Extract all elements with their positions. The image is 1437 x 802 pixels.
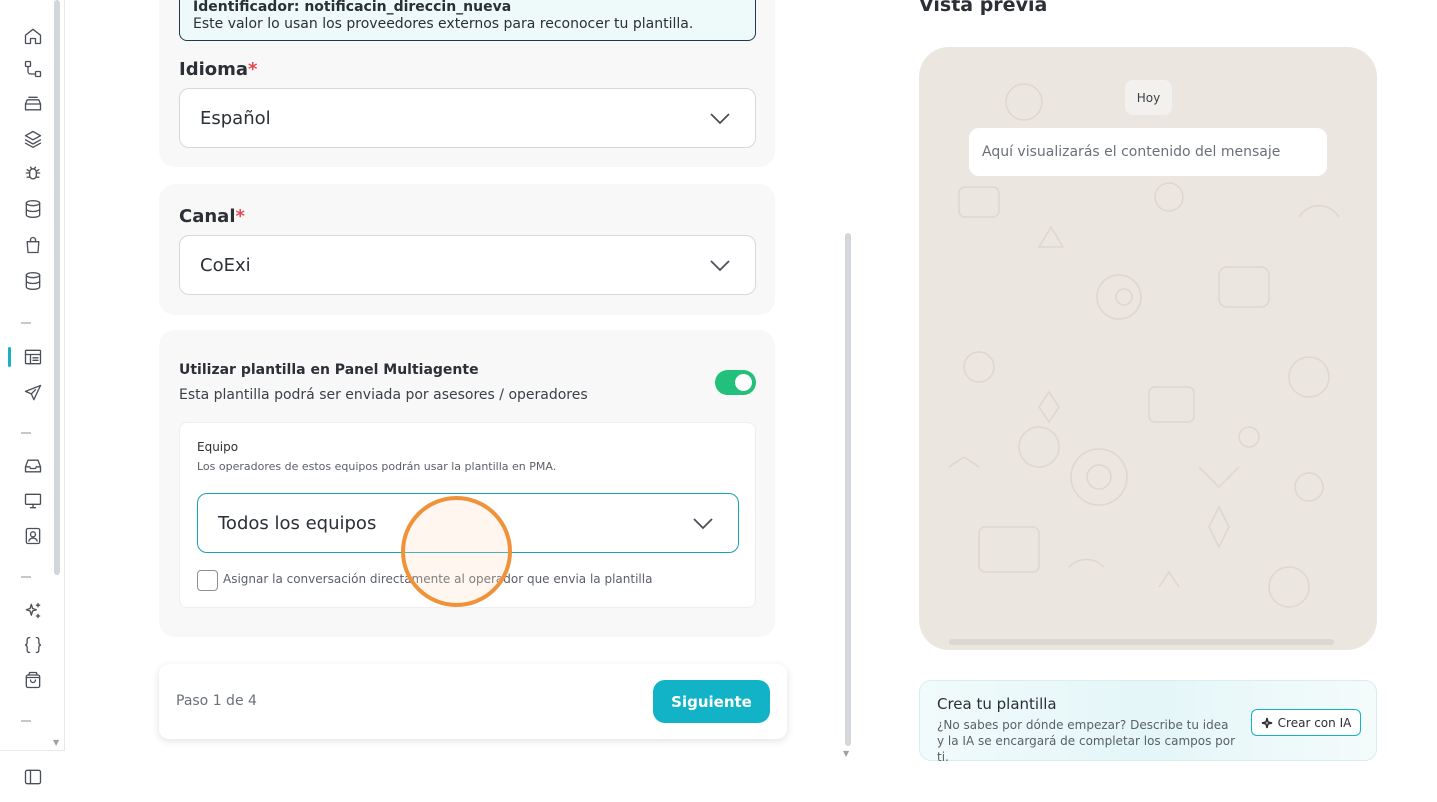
team-box: Equipo Los operadores de estos equipos p… bbox=[179, 422, 756, 608]
ai-card-description: ¿No sabes por dónde empezar? Describe tu… bbox=[937, 718, 1236, 764]
preview-scrollbar bbox=[949, 639, 1334, 645]
scroll-down-icon[interactable]: ▼ bbox=[53, 738, 59, 747]
sidebar-scrollbar[interactable] bbox=[54, 0, 60, 575]
ai-create-card: Crea tu plantilla ¿No sabes por dónde em… bbox=[919, 680, 1377, 764]
chevron-down-icon bbox=[709, 110, 731, 125]
inbox-icon[interactable] bbox=[22, 455, 44, 477]
channel-select[interactable]: CoExi bbox=[179, 235, 756, 295]
contact-icon[interactable] bbox=[22, 525, 44, 547]
channel-label: Canal* bbox=[179, 206, 245, 227]
monitor-icon[interactable] bbox=[22, 490, 44, 512]
flow-icon[interactable] bbox=[22, 58, 44, 80]
active-indicator bbox=[8, 347, 11, 367]
assign-checkbox[interactable] bbox=[197, 570, 218, 591]
identifier-description: Este valor lo usan los proveedores exter… bbox=[193, 16, 694, 32]
chevron-down-icon bbox=[692, 515, 714, 536]
sidebar: ▼ bbox=[0, 0, 65, 802]
language-label: Idioma* bbox=[179, 59, 257, 80]
sidebar-footer bbox=[0, 750, 65, 802]
step-footer: Paso 1 de 4 Siguiente bbox=[159, 664, 787, 739]
date-chip: Hoy bbox=[1125, 80, 1172, 115]
channel-card: Canal* CoExi bbox=[159, 184, 775, 315]
home-icon[interactable] bbox=[22, 25, 44, 47]
toggle-knob bbox=[735, 374, 752, 391]
sparkle-icon bbox=[1261, 717, 1272, 728]
multiagent-card: Utilizar plantilla en Panel Multiagente … bbox=[159, 330, 775, 637]
team-label: Equipo bbox=[197, 440, 239, 454]
main-scrollbar[interactable] bbox=[845, 233, 851, 746]
step-indicator: Paso 1 de 4 bbox=[176, 693, 257, 709]
required-mark: * bbox=[235, 206, 245, 227]
panel-toggle-icon[interactable] bbox=[22, 766, 44, 788]
create-with-ai-label: Crear con IA bbox=[1277, 715, 1352, 730]
shopping-bag-icon[interactable] bbox=[22, 234, 44, 256]
ai-card-title: Crea tu plantilla bbox=[937, 695, 1057, 713]
multiagent-toggle[interactable] bbox=[715, 370, 756, 395]
language-select[interactable]: Español bbox=[179, 88, 756, 148]
channel-label-text: Canal bbox=[179, 206, 236, 227]
multiagent-description: Esta plantilla podrá ser enviada por ase… bbox=[179, 387, 588, 403]
templates-icon[interactable] bbox=[22, 346, 44, 368]
code-braces-icon[interactable] bbox=[22, 634, 44, 656]
shop-bag-icon[interactable] bbox=[22, 669, 44, 691]
language-label-text: Idioma bbox=[179, 59, 249, 80]
sidebar-divider bbox=[21, 720, 31, 722]
chevron-down-icon bbox=[709, 257, 731, 272]
layers-icon[interactable] bbox=[22, 128, 44, 150]
sidebar-divider bbox=[21, 576, 31, 578]
sidebar-divider bbox=[21, 432, 31, 434]
multiagent-title: Utilizar plantilla en Panel Multiagente bbox=[179, 362, 479, 378]
sparkles-icon[interactable] bbox=[22, 600, 44, 622]
sidebar-divider bbox=[21, 322, 31, 324]
team-description: Los operadores de estos equipos podrán u… bbox=[197, 460, 557, 473]
scroll-down-icon[interactable]: ▼ bbox=[843, 749, 849, 758]
language-value: Español bbox=[200, 107, 271, 129]
preview-title: Vista previa bbox=[919, 0, 1048, 16]
identifier-info-box: Identificador: notificacin_direccin_nuev… bbox=[179, 0, 756, 41]
phone-preview: Hoy Aquí visualizarás el contenido del m… bbox=[919, 47, 1377, 650]
bug-icon[interactable] bbox=[22, 162, 44, 184]
archive-icon[interactable] bbox=[22, 93, 44, 115]
next-button[interactable]: Siguiente bbox=[653, 680, 770, 723]
channel-value: CoExi bbox=[200, 254, 251, 276]
team-value: Todos los equipos bbox=[218, 512, 377, 534]
identifier-text: Identificador: notificacin_direccin_nuev… bbox=[193, 0, 512, 15]
team-select[interactable]: Todos los equipos bbox=[197, 493, 739, 553]
message-bubble: Aquí visualizarás el contenido del mensa… bbox=[969, 128, 1327, 176]
database-alt-icon[interactable] bbox=[22, 270, 44, 292]
create-with-ai-button[interactable]: Crear con IA bbox=[1251, 709, 1361, 736]
send-icon[interactable] bbox=[22, 382, 44, 404]
database-icon[interactable] bbox=[22, 198, 44, 220]
required-mark: * bbox=[248, 59, 258, 80]
assign-checkbox-label[interactable]: Asignar la conversación directamente al … bbox=[223, 572, 652, 586]
